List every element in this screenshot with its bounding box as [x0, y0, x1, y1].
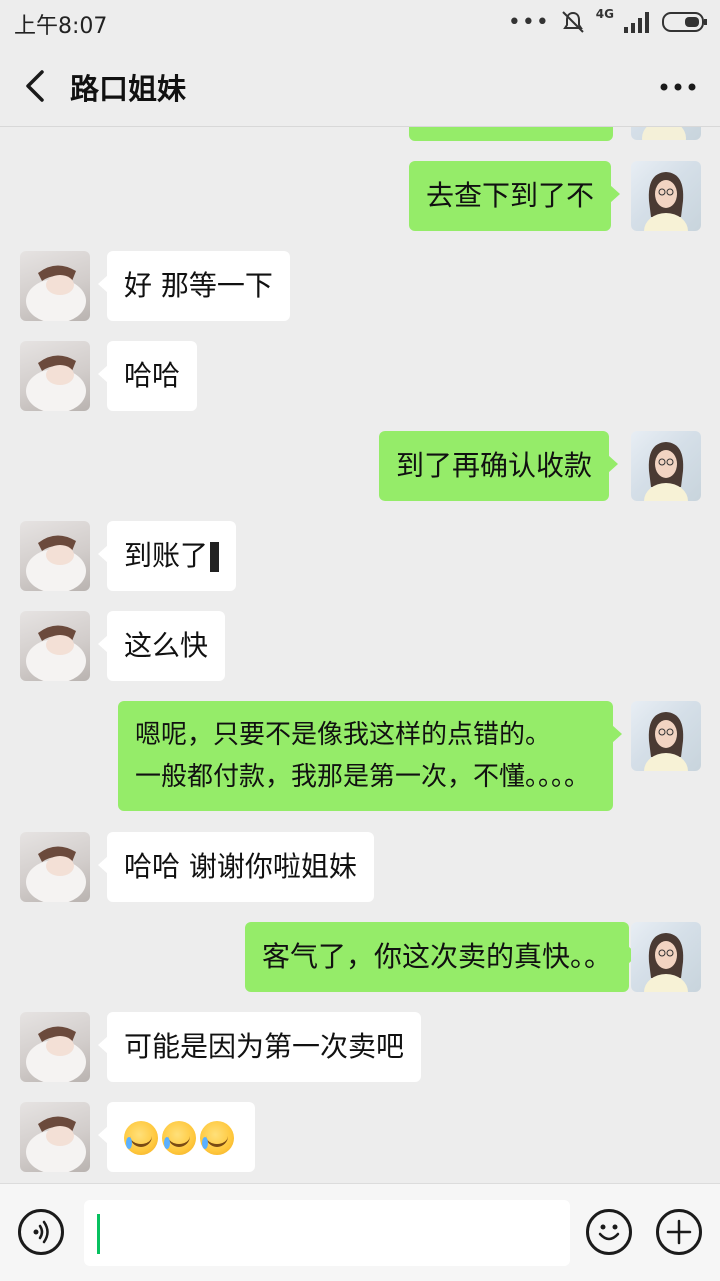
contact-avatar[interactable]: [20, 832, 90, 902]
message-bubble-outgoing[interactable]: 客气了，你这次卖的真快。。: [245, 922, 639, 992]
signal-icon: [624, 12, 649, 33]
message-text: 去查下到了不: [426, 179, 595, 212]
message-text: 可能是因为第一次卖吧: [124, 1030, 405, 1063]
message-text: 这么快: [124, 629, 209, 662]
contact-avatar[interactable]: [20, 521, 90, 591]
self-avatar[interactable]: [631, 922, 701, 992]
message-bubble-incoming[interactable]: [98, 1102, 255, 1172]
contact-avatar[interactable]: [20, 1102, 90, 1172]
message-bubble-incoming[interactable]: 好 那等一下: [98, 251, 290, 321]
message-bubble-outgoing[interactable]: 到了再确认收款: [379, 431, 619, 501]
unknown-glyph-icon: [210, 542, 220, 572]
more-options-icon[interactable]: [658, 72, 698, 102]
chat-header: 路口姐妹: [0, 44, 720, 127]
message-text: 到账了: [124, 539, 209, 572]
plus-icon: [666, 1219, 692, 1245]
message-list[interactable]: 去查下到了不 好 那等一下 哈哈 到了再确认收款 到账了 这么快 嗯呢，只要不是…: [0, 127, 720, 1183]
contact-avatar[interactable]: [20, 611, 90, 681]
voice-button[interactable]: [18, 1209, 64, 1255]
status-time: 上午8:07: [14, 14, 108, 39]
more-status-icon: •••: [507, 9, 550, 35]
smiley-icon: [598, 1224, 620, 1241]
self-avatar[interactable]: [631, 431, 701, 501]
mute-icon: [562, 11, 584, 33]
chat-title: 路口姐妹: [70, 72, 187, 106]
contact-avatar[interactable]: [20, 1012, 90, 1082]
message-bubble-incoming[interactable]: 这么快: [97, 611, 226, 681]
status-bar: 上午8:07 ••• 4G: [0, 0, 720, 44]
face-with-tears-icon: [200, 1121, 234, 1155]
message-bubble-incoming[interactable]: 可能是因为第一次卖吧: [97, 1012, 422, 1082]
message-bubble-incoming[interactable]: 哈哈 谢谢你啦姐妹: [98, 832, 374, 902]
input-bar: [0, 1183, 720, 1281]
back-icon[interactable]: [18, 66, 54, 106]
battery-icon: [662, 12, 707, 32]
message-input[interactable]: [84, 1200, 570, 1266]
message-text: 哈哈: [124, 359, 181, 392]
emoji-button[interactable]: [586, 1209, 632, 1255]
message-bubble-outgoing[interactable]: 去查下到了不: [409, 161, 621, 231]
self-avatar[interactable]: [631, 161, 701, 231]
status-icons: ••• 4G: [507, 7, 708, 35]
face-with-tears-icon: [124, 1121, 158, 1155]
contact-avatar[interactable]: [20, 341, 90, 411]
message-text: 到了再确认收款: [396, 449, 593, 482]
network-label: 4G: [595, 7, 614, 21]
voice-icon: [33, 1220, 49, 1244]
contact-avatar[interactable]: [20, 251, 90, 321]
message-text: 好 那等一下: [124, 269, 273, 302]
message-bubble-outgoing[interactable]: 嗯呢，只要不是像我这样的点错的。 一般都付款，我那是第一次，不懂。。。。: [118, 701, 622, 811]
message-bubble-partial[interactable]: [409, 127, 613, 141]
more-actions-button[interactable]: [656, 1209, 702, 1255]
message-bubble-incoming[interactable]: 到账了: [97, 521, 237, 591]
message-text-line-2: 一般都付款，我那是第一次，不懂。。。。: [135, 762, 591, 792]
message-text: 客气了，你这次卖的真快。。: [262, 940, 613, 973]
message-bubble-incoming[interactable]: 哈哈: [97, 341, 198, 411]
message-text-line-1: 嗯呢，只要不是像我这样的点错的。: [135, 720, 552, 750]
face-with-tears-icon: [162, 1121, 196, 1155]
self-avatar[interactable]: [631, 127, 701, 140]
text-cursor: [97, 1214, 100, 1254]
self-avatar[interactable]: [631, 701, 701, 771]
message-text: 哈哈 谢谢你啦姐妹: [124, 850, 357, 883]
